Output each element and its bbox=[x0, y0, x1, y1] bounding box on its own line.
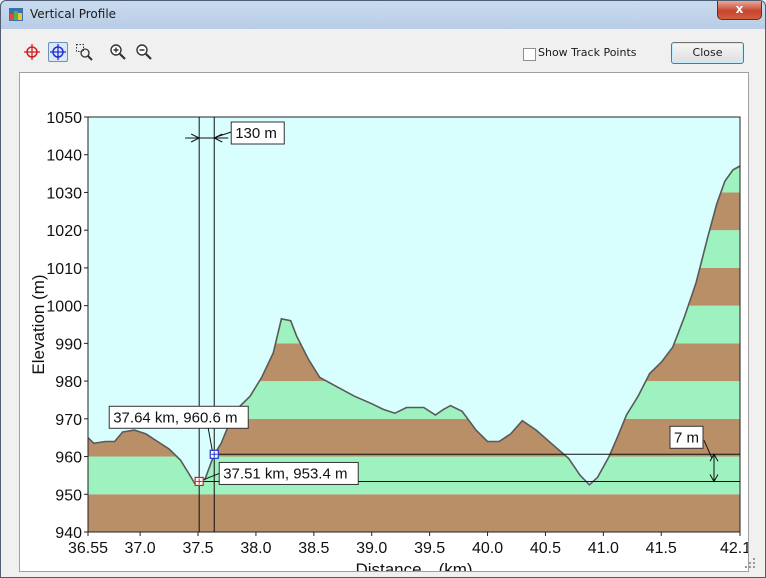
y-tick-label: 1030 bbox=[46, 185, 82, 202]
x-tick-label: 42.18 bbox=[720, 540, 748, 557]
y-tick-label: 970 bbox=[55, 412, 82, 429]
zoom-area-icon[interactable] bbox=[74, 42, 94, 62]
blue-marker-label: 37.64 km, 960.6 m bbox=[113, 409, 237, 426]
profile-plot-frame: 940 950 960 970 980 990 1000 1010 1020 1030 1040 10… bbox=[19, 72, 760, 577]
x-tick-label: 39.0 bbox=[356, 540, 387, 557]
x-tick-label: 40.0 bbox=[472, 540, 503, 557]
y-tick-label: 1050 bbox=[46, 110, 82, 127]
show-track-points-checkbox[interactable] bbox=[523, 48, 536, 61]
blue-crosshair-icon[interactable] bbox=[48, 42, 68, 62]
title-bar[interactable]: Vertical Profile x bbox=[1, 1, 765, 28]
x-tick-label: 37.5 bbox=[182, 540, 213, 557]
x-tick-label: 38.0 bbox=[240, 540, 271, 557]
y-tick-label: 980 bbox=[55, 374, 82, 391]
x-tick-label: 37.0 bbox=[125, 540, 156, 557]
horizontal-distance-label: 130 m bbox=[235, 125, 277, 142]
x-tick-label: 41.0 bbox=[588, 540, 619, 557]
y-tick-label: 990 bbox=[55, 336, 82, 353]
y-tick-label: 1040 bbox=[46, 148, 82, 165]
elevation-band bbox=[88, 494, 740, 532]
y-tick-label: 1000 bbox=[46, 299, 82, 316]
app-icon bbox=[9, 8, 23, 21]
y-axis-label: Elevation (m) bbox=[29, 274, 48, 374]
x-tick-label: 36.55 bbox=[68, 540, 108, 557]
window-title: Vertical Profile bbox=[30, 7, 117, 21]
red-crosshair-icon[interactable] bbox=[22, 42, 42, 62]
x-tick-label: 41.5 bbox=[646, 540, 677, 557]
y-tick-label: 960 bbox=[55, 450, 82, 467]
window-close-button[interactable]: x bbox=[717, 1, 762, 20]
x-axis-label: Distance (km) bbox=[355, 560, 472, 571]
red-marker-label: 37.51 km, 953.4 m bbox=[223, 465, 347, 482]
zoom-in-icon[interactable] bbox=[108, 42, 128, 62]
vertical-difference-label: 7 m bbox=[674, 429, 699, 446]
x-tick-label: 38.5 bbox=[298, 540, 329, 557]
elevation-profile-chart[interactable]: 9409509609709809901000101010201030104010… bbox=[20, 73, 760, 577]
resize-grip-icon[interactable] bbox=[744, 557, 756, 569]
show-track-points-label[interactable]: Show Track Points bbox=[538, 46, 637, 59]
vertical-profile-window: Vertical Profile x Show Track Points Clo… bbox=[0, 0, 766, 578]
y-tick-label: 1010 bbox=[46, 261, 82, 278]
x-tick-label: 40.5 bbox=[530, 540, 561, 557]
x-tick-label: 39.5 bbox=[414, 540, 445, 557]
close-button[interactable]: Close bbox=[671, 42, 744, 64]
zoom-out-icon[interactable] bbox=[134, 42, 154, 62]
client-area: Show Track Points Close 940 950 960 970 980 9… bbox=[8, 29, 760, 577]
y-tick-label: 950 bbox=[55, 487, 82, 504]
y-tick-label: 1020 bbox=[46, 223, 82, 240]
